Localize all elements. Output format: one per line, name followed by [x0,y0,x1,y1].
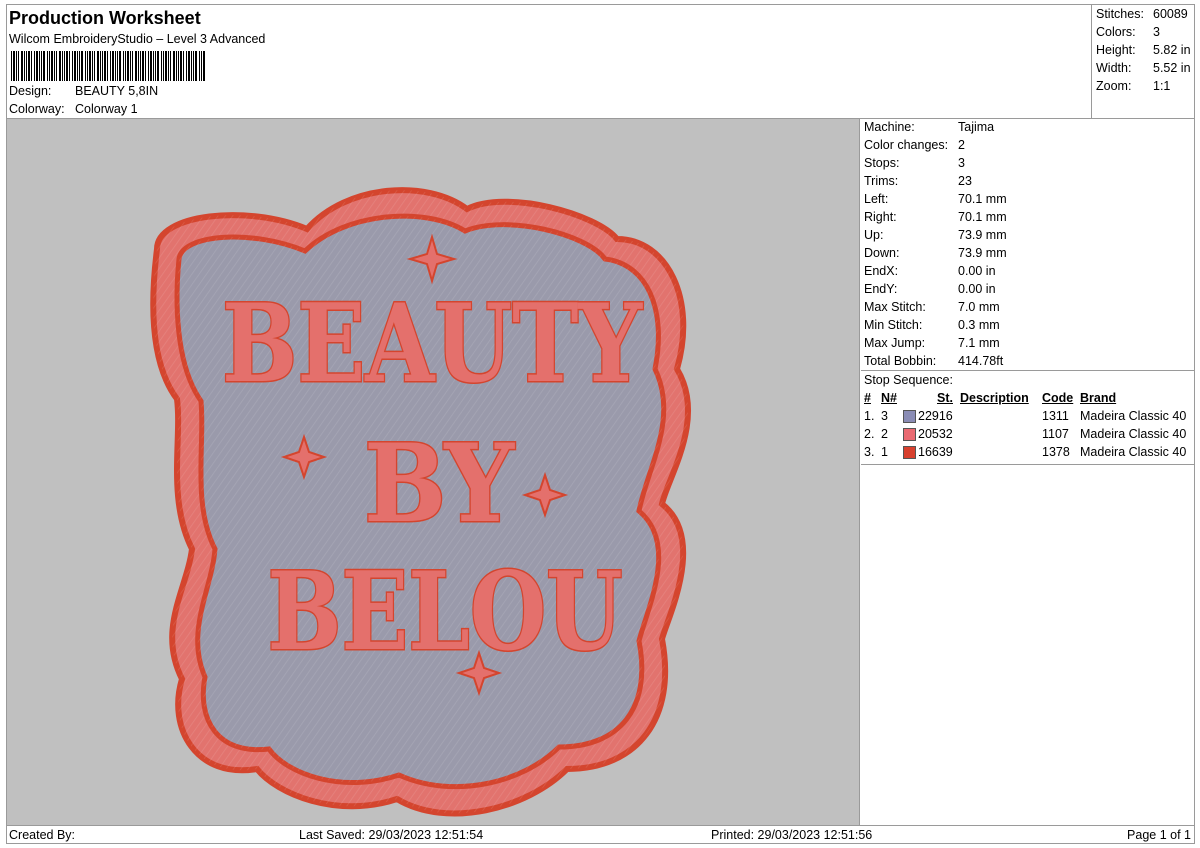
machine-info: Machine: Tajima Color changes: 2 Stops: 3 T… [861,119,1194,371]
worksheet-header: Production Worksheet Wilcom EmbroiderySt… [7,5,1194,119]
info-row: Up: 73.9 mm [864,228,1007,242]
info-row: Down: 73.9 mm [864,246,1007,260]
info-row: Right: 70.1 mm [864,210,1007,224]
info-row: Trims: 23 [864,174,972,188]
info-row: Max Jump: 7.1 mm [864,336,1000,350]
info-row: EndY: 0.00 in [864,282,996,296]
info-row: Stops: 3 [864,156,965,170]
colorway-label: Colorway: [9,102,65,116]
stat-row: Stitches: 60089 [1096,7,1188,21]
design-text-line: BELOU [268,549,623,675]
stat-row: Height: 5.82 in [1096,43,1191,57]
table-row: 1. 3 22916 1311 Madeira Classic 40 [864,409,1187,423]
design-preview: BEAUTY BY BELOU [7,119,860,825]
worksheet: Production Worksheet Wilcom EmbroiderySt… [6,4,1195,844]
info-row: Machine: Tajima [864,120,995,134]
colorway-name: Colorway 1 [75,102,138,116]
info-row: Max Stitch: 7.0 mm [864,300,1000,314]
printed-date: Printed: 29/03/2023 12:51:56 [711,828,873,842]
info-panel: Machine: Tajima Color changes: 2 Stops: 3 T… [861,119,1194,825]
design-label: Design: [9,84,52,98]
info-row: Color changes: 2 [864,138,965,152]
stop-sequence-title: Stop Sequence: [864,373,953,387]
page-title: Production Worksheet [9,8,201,28]
barcode-image [11,51,205,81]
design-text-line: BY [364,421,516,547]
stats-box: Stitches: 60089 Colors: 3 Height: 5.82 in W… [1091,5,1194,119]
page-number: Page 1 of 1 [1127,828,1191,842]
table-row: 3. 1 16639 1378 Madeira Classic 40 [864,445,1187,459]
created-by: Created By: [9,828,76,842]
table-row: 2. 2 20532 1107 Madeira Classic 40 [864,427,1187,441]
stop-sequence-table: Stop Sequence: # N# St. Description Code… [861,371,1194,465]
table-header: # N# St. Description Code Brand [864,391,1117,405]
info-row: Total Bobbin: 414.78ft [864,354,1004,368]
design-text-line: BEAUTY [222,281,644,407]
stat-row: Colors: 3 [1096,25,1160,39]
software-name: Wilcom EmbroideryStudio – Level 3 Advanc… [9,32,266,46]
design-row: Design: BEAUTY 5,8IN [9,84,158,98]
color-swatch [903,446,916,459]
color-swatch [903,428,916,441]
colorway-row: Colorway: Colorway 1 [9,102,138,116]
design-name: BEAUTY 5,8IN [75,84,159,98]
embroidery-patch-image: BEAUTY BY BELOU [150,187,691,817]
color-swatch [903,410,916,423]
last-saved: Last Saved: 29/03/2023 12:51:54 [299,828,484,842]
info-row: EndX: 0.00 in [864,264,996,278]
worksheet-footer: Created By: Last Saved: 29/03/2023 12:51… [7,825,1194,843]
info-row: Left: 70.1 mm [864,192,1007,206]
info-row: Min Stitch: 0.3 mm [864,318,1000,332]
stat-row: Zoom: 1:1 [1096,79,1171,93]
stat-row: Width: 5.52 in [1096,61,1191,75]
